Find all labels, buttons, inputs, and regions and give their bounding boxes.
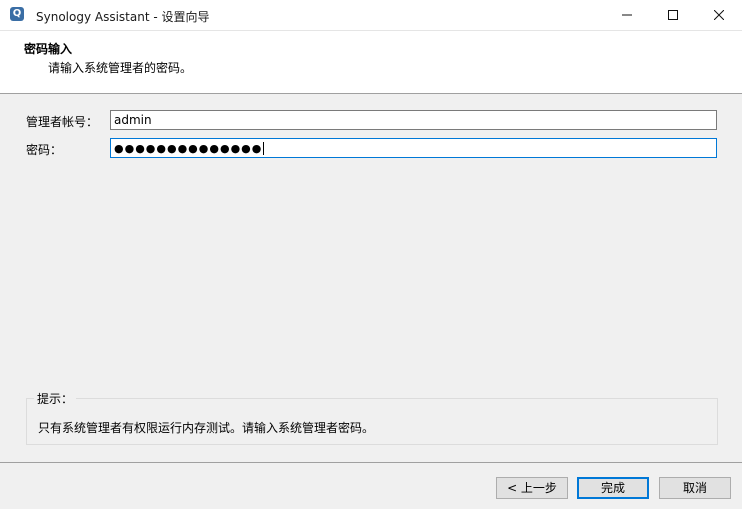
minimize-button[interactable] <box>604 0 650 30</box>
wizard-header: 密码输入 请输入系统管理者的密码。 <box>0 31 742 94</box>
back-button[interactable]: < 上一步 <box>496 477 568 499</box>
text-caret <box>263 142 265 155</box>
account-value: admin <box>114 113 152 127</box>
synology-assistant-icon: Q <box>10 7 24 21</box>
close-button[interactable] <box>696 0 742 30</box>
close-icon <box>714 10 724 20</box>
minimize-icon <box>622 14 632 16</box>
maximize-button[interactable] <box>650 0 696 30</box>
finish-button[interactable]: 完成 <box>577 477 649 499</box>
window-title: Synology Assistant - 设置向导 <box>36 10 210 24</box>
footer-divider <box>0 462 742 463</box>
password-label: 密码： <box>26 143 63 157</box>
page-subtitle: 请输入系统管理者的密码。 <box>48 61 193 75</box>
page-title: 密码输入 <box>24 42 73 56</box>
maximize-icon <box>668 10 678 20</box>
hint-text: 只有系统管理者有权限运行内存测试。请输入系统管理者密码。 <box>38 421 375 435</box>
account-field[interactable]: admin <box>110 110 717 130</box>
cancel-button[interactable]: 取消 <box>659 477 731 499</box>
hint-legend: 提示： <box>34 390 77 407</box>
account-label: 管理者帐号： <box>26 115 99 129</box>
password-value: ●●●●●●●●●●●●●● <box>114 142 263 155</box>
password-field[interactable]: ●●●●●●●●●●●●●● <box>110 138 717 158</box>
title-bar: Q Synology Assistant - 设置向导 <box>0 0 742 31</box>
